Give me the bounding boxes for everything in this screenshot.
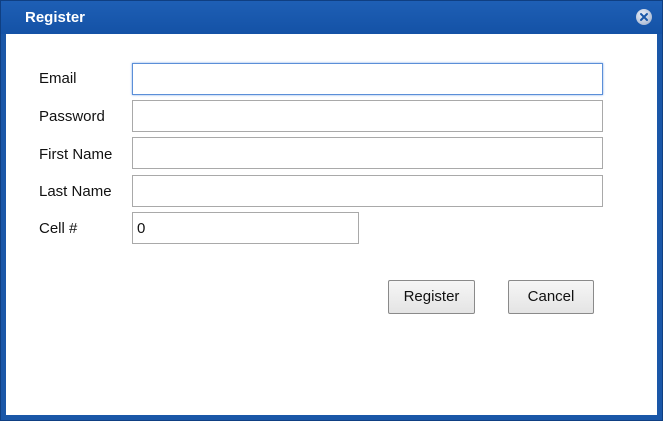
close-icon[interactable]: [636, 9, 652, 25]
dialog-title: Register: [25, 9, 86, 26]
dialog-titlebar[interactable]: Register: [1, 1, 662, 34]
cancel-button[interactable]: Cancel: [508, 280, 594, 314]
cell-label: Cell #: [39, 220, 78, 237]
register-button[interactable]: Register: [388, 280, 475, 314]
cell-field[interactable]: [132, 212, 359, 244]
password-label: Password: [39, 108, 105, 125]
last-name-field[interactable]: [132, 175, 603, 207]
password-field[interactable]: [132, 100, 603, 132]
first-name-field[interactable]: [132, 137, 603, 169]
first-name-label: First Name: [39, 146, 113, 163]
last-name-label: Last Name: [39, 183, 112, 200]
email-label: Email: [39, 70, 77, 87]
email-field[interactable]: [132, 63, 603, 95]
dialog-body: Email Password First Name Last Name Cell…: [6, 34, 657, 415]
register-dialog: Register Email Password First Name Last …: [0, 0, 663, 421]
